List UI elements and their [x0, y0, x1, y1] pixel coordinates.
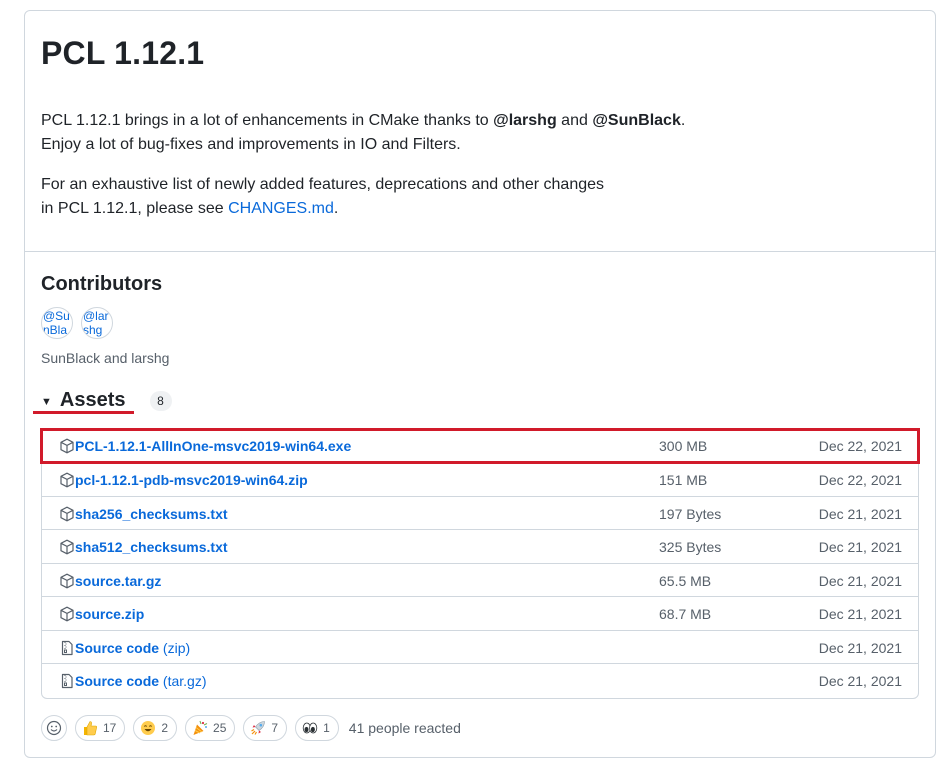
assets-toggle[interactable]: ▼ Assets 8	[41, 389, 172, 412]
asset-row: Source code (tar.gz) Dec 21, 2021	[42, 663, 918, 697]
release-title: PCL 1.12.1	[41, 35, 205, 71]
asset-date: Dec 21, 2021	[818, 605, 902, 622]
tada-icon	[193, 720, 208, 735]
release-changes-note: For an exhaustive list of newly added fe…	[41, 176, 605, 217]
assets-title: Assets	[59, 389, 126, 411]
asset-link[interactable]: Source code (zip)	[75, 640, 190, 656]
reaction-thumbs-up[interactable]: 17	[75, 715, 126, 741]
reactions-summary: 41 people reacted	[348, 720, 461, 736]
thumbs-up-icon	[84, 721, 97, 736]
asset-row: sha256_checksums.txt 197 Bytes Dec 21, 2…	[42, 496, 918, 530]
asset-date: Dec 21, 2021	[818, 572, 902, 589]
asset-date: Dec 22, 2021	[818, 438, 902, 454]
package-icon	[60, 606, 74, 621]
contributor-avatars: @SunBlack @larshg	[41, 307, 113, 339]
asset-size: 151 MB	[659, 471, 708, 488]
asset-list: PCL-1.12.1-AllInOne-msvc2019-win64.exe 3…	[41, 428, 919, 699]
asset-row: source.zip 68.7 MB Dec 21, 2021	[42, 596, 918, 630]
smile-emoji-icon	[141, 721, 156, 735]
reaction-smile[interactable]: 2	[133, 715, 178, 741]
file-zip-icon	[61, 640, 73, 655]
asset-row: source.tar.gz 65.5 MB Dec 21, 2021	[42, 563, 918, 597]
asset-size: 325 Bytes	[659, 538, 722, 555]
smiley-icon	[46, 720, 62, 736]
asset-link[interactable]: source.tar.gz	[75, 573, 161, 589]
avatar-sunblack[interactable]: @SunBlack	[41, 307, 73, 339]
assets-annotation-underline	[33, 411, 134, 414]
asset-date: Dec 21, 2021	[818, 538, 902, 555]
package-icon	[60, 539, 74, 554]
release-intro: PCL 1.12.1 brings in a lot of enhancemen…	[41, 112, 686, 153]
reaction-tada[interactable]: 25	[185, 715, 236, 741]
assets-count-badge: 8	[149, 390, 172, 411]
asset-row: PCL-1.12.1-AllInOne-msvc2019-win64.exe 3…	[42, 429, 918, 463]
package-icon	[60, 573, 74, 588]
release-card: PCL 1.12.1 PCL 1.12.1 brings in a lot of…	[24, 10, 936, 758]
reaction-rocket[interactable]: 7	[243, 715, 288, 741]
asset-row: pcl-1.12.1-pdb-msvc2019-win64.zip 151 MB…	[42, 462, 918, 496]
eyes-icon	[302, 722, 318, 734]
contributors-title: Contributors	[41, 273, 163, 295]
contributor-names: SunBlack and larshg	[41, 350, 170, 366]
asset-size: 65.5 MB	[659, 572, 712, 589]
asset-link[interactable]: sha512_checksums.txt	[75, 539, 228, 555]
asset-link[interactable]: pcl-1.12.1-pdb-msvc2019-win64.zip	[75, 472, 308, 488]
package-icon	[60, 472, 74, 487]
asset-size: 300 MB	[659, 438, 708, 454]
asset-link[interactable]: Source code (tar.gz)	[75, 673, 207, 689]
add-reaction-button[interactable]	[41, 715, 67, 741]
asset-size: 197 Bytes	[659, 505, 722, 522]
asset-link[interactable]: PCL-1.12.1-AllInOne-msvc2019-win64.exe	[75, 438, 351, 454]
mention-larshg[interactable]: @larshg	[493, 112, 557, 129]
asset-link[interactable]: sha256_checksums.txt	[75, 506, 228, 522]
asset-date: Dec 21, 2021	[818, 505, 902, 522]
asset-date: Dec 22, 2021	[818, 471, 902, 488]
rocket-icon	[251, 721, 266, 735]
asset-link[interactable]: source.zip	[75, 606, 144, 622]
asset-row: Source code (zip) Dec 21, 2021	[42, 630, 918, 664]
package-icon	[60, 438, 74, 454]
asset-size: 68.7 MB	[659, 605, 712, 622]
package-icon	[60, 506, 74, 521]
asset-date: Dec 21, 2021	[818, 639, 902, 656]
caret-down-icon: ▼	[41, 395, 52, 408]
file-zip-icon	[61, 673, 73, 688]
reaction-eyes[interactable]: 1	[295, 715, 339, 741]
avatar-larshg[interactable]: @larshg	[81, 307, 113, 339]
release-body: PCL 1.12.1 PCL 1.12.1 brings in a lot of…	[25, 11, 935, 252]
asset-date: Dec 21, 2021	[818, 672, 902, 689]
changes-md-link[interactable]: CHANGES.md	[228, 200, 334, 217]
asset-row: sha512_checksums.txt 325 Bytes Dec 21, 2…	[42, 529, 918, 563]
reactions-bar: 17 2 25 7 1 41 people reacted	[41, 715, 461, 741]
mention-sunblack[interactable]: @SunBlack	[592, 112, 681, 129]
